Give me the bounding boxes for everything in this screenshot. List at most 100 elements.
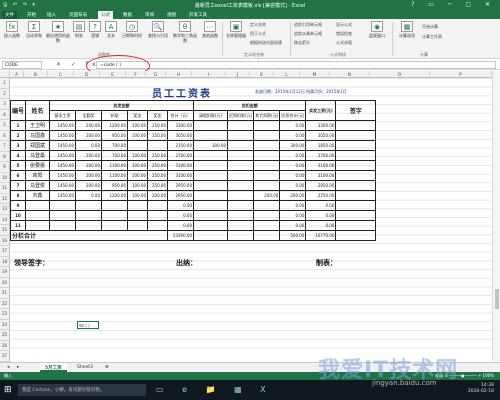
add-sheet-icon[interactable]: ⊕ bbox=[100, 363, 114, 372]
table-cell[interactable]: 3100.00 bbox=[167, 170, 195, 181]
scrollbar-thumb[interactable] bbox=[495, 289, 499, 309]
employee-number[interactable]: 7 bbox=[9, 180, 27, 191]
table-cell[interactable]: 1450.00 bbox=[49, 160, 77, 171]
table-cell[interactable]: 100.00 bbox=[127, 170, 149, 181]
tab-file[interactable]: 文件 bbox=[2, 11, 17, 19]
row-header[interactable]: 14 bbox=[0, 214, 10, 225]
table-cell[interactable] bbox=[101, 220, 129, 231]
table-cell[interactable]: 1450.00 bbox=[49, 150, 77, 161]
tab-review[interactable]: 审阅 bbox=[142, 11, 157, 19]
table-cell[interactable] bbox=[253, 200, 281, 211]
recent-functions-button[interactable]: ★ 最近使用的函数 bbox=[46, 21, 70, 43]
table-cell[interactable]: 100.00 bbox=[127, 180, 149, 191]
table-cell[interactable]: 1450.00 bbox=[49, 130, 77, 141]
column-header[interactable]: J bbox=[226, 71, 250, 78]
row-header[interactable]: 8 bbox=[0, 151, 10, 162]
calc-sheet-button[interactable]: 计算工作表 bbox=[422, 34, 442, 40]
table-cell[interactable]: 950.00 bbox=[101, 180, 129, 191]
autosum-button[interactable]: Σ 自动求和 bbox=[24, 21, 44, 38]
table-cell[interactable] bbox=[75, 200, 103, 211]
table-cell[interactable]: 700.00 bbox=[101, 150, 129, 161]
subheader-cell[interactable]: 全勤奖 bbox=[75, 110, 103, 121]
scroll-tabs-right-icon[interactable]: ▸ bbox=[12, 363, 24, 372]
table-cell[interactable] bbox=[127, 200, 149, 211]
use-in-formula-button[interactable]: 用于公式 bbox=[250, 31, 266, 37]
table-cell[interactable] bbox=[193, 230, 229, 241]
table-cell[interactable] bbox=[253, 160, 281, 171]
row-header[interactable]: 11 bbox=[0, 183, 10, 194]
table-cell[interactable] bbox=[253, 130, 281, 141]
employee-name[interactable] bbox=[25, 210, 51, 221]
column-header[interactable]: F bbox=[126, 71, 146, 78]
table-cell[interactable] bbox=[75, 220, 103, 231]
table-cell[interactable] bbox=[227, 170, 255, 181]
row-header[interactable]: 10 bbox=[0, 172, 10, 183]
table-cell[interactable] bbox=[127, 210, 149, 221]
table-cell[interactable] bbox=[253, 140, 281, 151]
employee-name[interactable]: 郑国斌 bbox=[25, 140, 51, 151]
table-cell[interactable] bbox=[193, 200, 229, 211]
subheader-cell[interactable]: 其它扣款(元) bbox=[253, 110, 281, 121]
column-header[interactable]: P bbox=[430, 71, 492, 78]
table-cell[interactable]: 200.00 bbox=[253, 190, 281, 201]
table-cell[interactable]: 2950.00 bbox=[167, 190, 195, 201]
table-cell[interactable] bbox=[49, 210, 77, 221]
table-cell[interactable] bbox=[193, 150, 229, 161]
more-functions-button[interactable]: ⋯ 其他函数 bbox=[200, 21, 220, 38]
signature-cell[interactable] bbox=[335, 200, 377, 211]
row-header[interactable]: 17 bbox=[0, 246, 10, 257]
window-controls[interactable]: ? ▭ ─ ▢ ✕ bbox=[411, 1, 496, 8]
table-cell[interactable] bbox=[127, 140, 149, 151]
table-cell[interactable] bbox=[227, 200, 255, 211]
table-cell[interactable]: 0.00 bbox=[279, 180, 307, 191]
employee-number[interactable]: 5 bbox=[9, 160, 27, 171]
table-cell[interactable]: 300.00 bbox=[193, 140, 229, 151]
calc-options-button[interactable]: ▦ 计算选项 bbox=[396, 21, 418, 38]
table-cell[interactable] bbox=[193, 170, 229, 181]
taskbar-apps[interactable]: ▭ e 📁 ▦ X bbox=[156, 385, 274, 394]
table-cell[interactable]: 1450.00 bbox=[49, 190, 77, 201]
table-cell[interactable] bbox=[193, 130, 229, 141]
watch-window-button[interactable]: ◉ 监视窗口 bbox=[366, 21, 388, 38]
table-cell[interactable] bbox=[127, 220, 149, 231]
trace-dependents-button[interactable]: 追踪从属单元格 bbox=[294, 31, 322, 37]
table-cell[interactable] bbox=[193, 120, 229, 131]
table-cell[interactable] bbox=[253, 180, 281, 191]
table-cell[interactable] bbox=[193, 210, 229, 221]
row-header[interactable]: 24 bbox=[0, 319, 10, 330]
row-header[interactable]: 3 bbox=[0, 99, 10, 110]
signature-cell[interactable] bbox=[335, 210, 377, 221]
employee-name[interactable]: 高阳 bbox=[25, 170, 51, 181]
table-cell[interactable]: 100.00 bbox=[127, 120, 149, 131]
table-cell[interactable]: 250.00 bbox=[147, 180, 169, 191]
signature-cell[interactable] bbox=[335, 130, 377, 141]
row-header[interactable]: 9 bbox=[0, 162, 10, 173]
table-cell[interactable]: 0.00 bbox=[75, 140, 103, 151]
table-cell[interactable] bbox=[227, 120, 255, 131]
table-cell[interactable] bbox=[75, 210, 103, 221]
header-net-pay[interactable]: 实发工资(元) bbox=[305, 100, 337, 121]
row-header[interactable]: 20 bbox=[0, 277, 10, 288]
table-cell[interactable]: 2150.00 bbox=[167, 140, 195, 151]
table-cell[interactable]: 0.00 bbox=[279, 120, 307, 131]
table-cell[interactable]: 0.00 bbox=[167, 220, 195, 231]
tab-page-layout[interactable]: 页面布局 bbox=[66, 11, 90, 19]
table-cell[interactable]: 1100.00 bbox=[101, 170, 129, 181]
table-cell[interactable] bbox=[101, 210, 129, 221]
taskbar-clock[interactable]: 14:38 2016-02-18 bbox=[468, 383, 494, 395]
table-cell[interactable]: 2700.00 bbox=[305, 150, 337, 161]
table-cell[interactable] bbox=[253, 120, 281, 131]
header-deductions[interactable]: 应扣金额 bbox=[193, 100, 307, 111]
table-cell[interactable]: 100.00 bbox=[127, 150, 149, 161]
column-header[interactable]: N bbox=[330, 71, 370, 78]
employee-number[interactable]: 9 bbox=[9, 200, 27, 211]
table-cell[interactable]: 200.00 bbox=[75, 180, 103, 191]
header-name[interactable]: 姓名 bbox=[25, 100, 51, 121]
tab-insert[interactable]: 插入 bbox=[44, 11, 59, 19]
tab-developer[interactable]: 开发工具 bbox=[186, 11, 210, 19]
row-header[interactable]: 18 bbox=[0, 256, 10, 267]
row-header[interactable]: 25 bbox=[0, 330, 10, 341]
sheet-tab-may-salary[interactable]: 5月工资 bbox=[40, 363, 67, 372]
employee-name[interactable] bbox=[25, 200, 51, 211]
table-cell[interactable]: 1200.00 bbox=[101, 120, 129, 131]
